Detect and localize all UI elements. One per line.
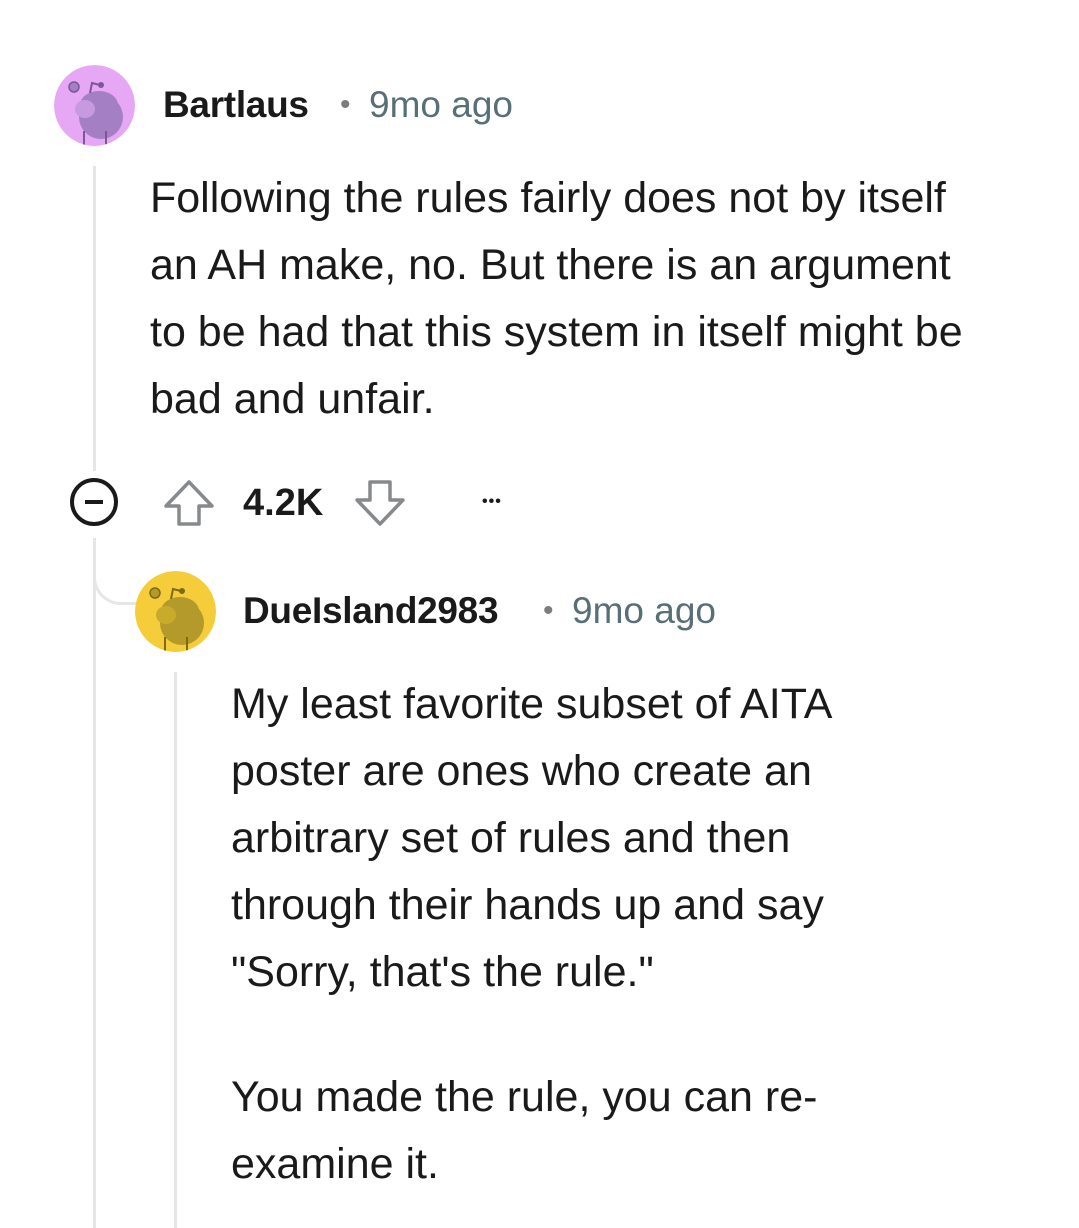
comment-body: Following the rules fairly does not by i… bbox=[150, 165, 980, 433]
comment-author[interactable]: Bartlaus bbox=[163, 84, 309, 126]
thread-line-parent-lower[interactable] bbox=[93, 538, 96, 1228]
meta-separator: • bbox=[543, 594, 554, 627]
comment-timestamp[interactable]: 9mo ago bbox=[572, 590, 716, 632]
avatar[interactable] bbox=[54, 65, 135, 146]
snoo-avatar-icon bbox=[54, 65, 135, 146]
upvote-icon[interactable] bbox=[162, 478, 216, 528]
avatar[interactable] bbox=[135, 571, 216, 652]
thread-branch-connector bbox=[93, 560, 138, 605]
collapse-icon[interactable] bbox=[70, 478, 118, 526]
thread-line-parent[interactable] bbox=[93, 166, 96, 471]
comment-paragraph: Following the rules fairly does not by i… bbox=[150, 174, 963, 423]
more-options-icon[interactable]: ••• bbox=[482, 482, 502, 522]
comment-paragraph: You made the rule, you can re-examine it… bbox=[231, 1073, 818, 1188]
comment-author[interactable]: DueIsland2983 bbox=[243, 590, 499, 632]
comment-timestamp[interactable]: 9mo ago bbox=[369, 84, 513, 126]
comment-body: My least favorite subset of AITA poster … bbox=[231, 671, 921, 1198]
downvote-icon[interactable] bbox=[353, 478, 407, 528]
vote-count: 4.2K bbox=[243, 482, 324, 524]
comment-paragraph: My least favorite subset of AITA poster … bbox=[231, 680, 831, 996]
meta-separator: • bbox=[340, 88, 351, 121]
snoo-avatar-icon bbox=[135, 571, 216, 652]
thread-line-reply[interactable] bbox=[174, 672, 177, 1228]
